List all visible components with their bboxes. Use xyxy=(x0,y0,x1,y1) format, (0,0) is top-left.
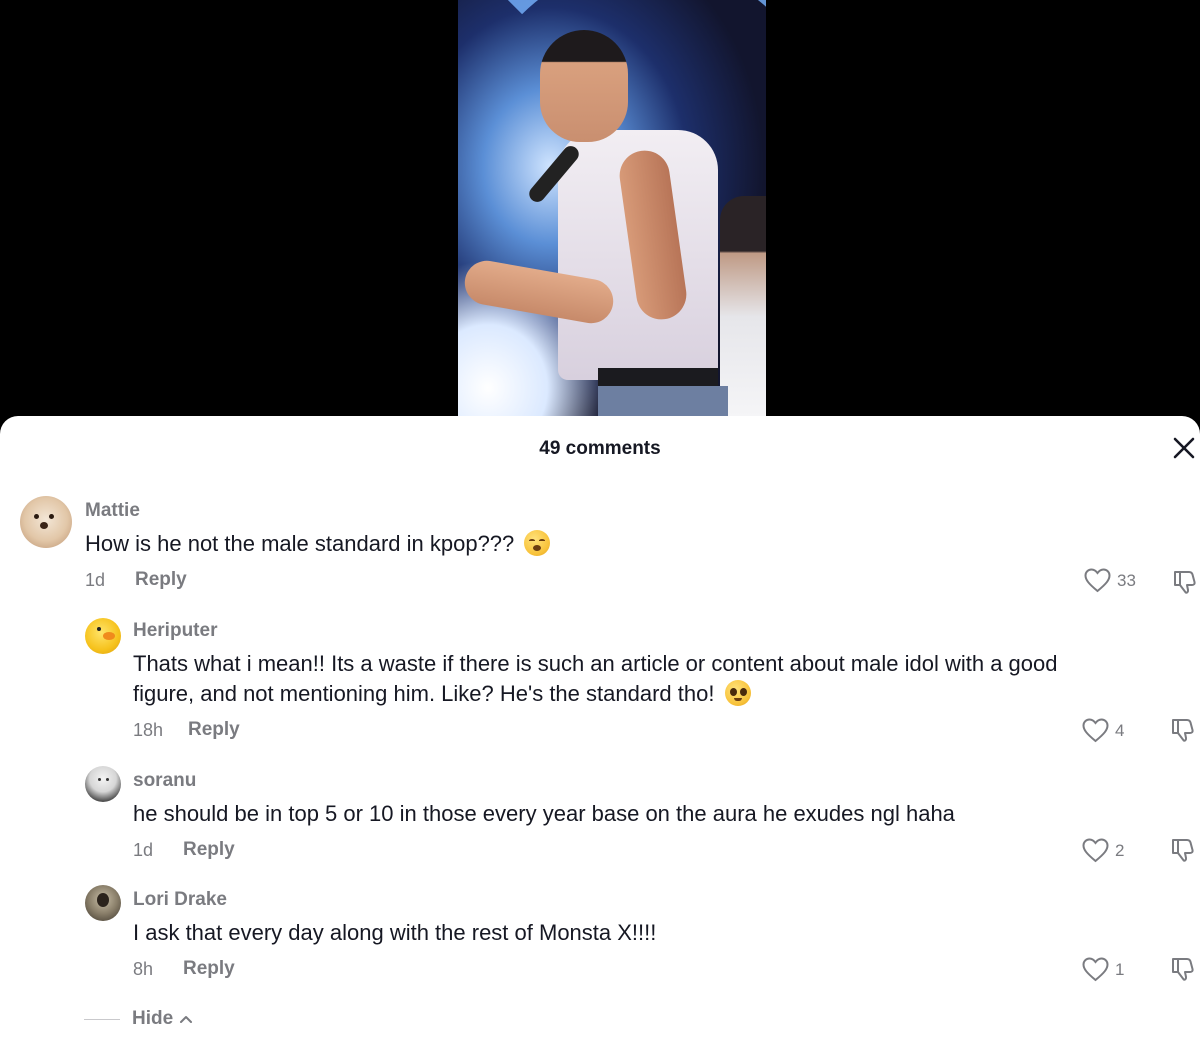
like-count: 2 xyxy=(1115,840,1125,860)
comment-text: he should be in top 5 or 10 in those eve… xyxy=(133,801,955,826)
comments-sheet: 49 comments Mattie How is he not the mal… xyxy=(0,416,1200,1038)
comments-count-title: 49 comments xyxy=(539,438,661,459)
comment-username[interactable]: Mattie xyxy=(85,500,140,522)
avatar[interactable] xyxy=(85,885,121,921)
avatar[interactable] xyxy=(20,496,72,548)
heart-icon[interactable] xyxy=(1082,838,1109,863)
comment-text-line: figure, and not mentioning him. Like? He… xyxy=(133,679,1173,709)
avatar[interactable] xyxy=(85,618,121,654)
avatar[interactable] xyxy=(85,766,121,802)
comment-timestamp: 1d xyxy=(85,570,106,590)
comment-username[interactable]: Lori Drake xyxy=(133,889,227,911)
like-count: 4 xyxy=(1115,720,1125,740)
comment-text-body: figure, and not mentioning him. Like? He… xyxy=(133,681,715,706)
thumbs-down-icon[interactable] xyxy=(1170,836,1198,864)
thumbs-down-icon[interactable] xyxy=(1170,716,1198,744)
video-frame[interactable] xyxy=(458,0,766,416)
background-performer xyxy=(720,196,766,416)
like-count: 1 xyxy=(1115,959,1125,979)
like-button[interactable]: 1 xyxy=(1082,957,1124,982)
comment-timestamp: 1d xyxy=(133,840,154,860)
comment-username[interactable]: soranu xyxy=(133,770,196,792)
like-button[interactable]: 4 xyxy=(1082,718,1124,743)
hide-label: Hide xyxy=(132,1008,174,1029)
comment-text-body: How is he not the male standard in kpop?… xyxy=(85,531,515,556)
comment-timestamp: 18h xyxy=(133,720,164,740)
heart-icon[interactable] xyxy=(1082,718,1109,743)
close-icon[interactable] xyxy=(1168,432,1200,464)
comment-text: I ask that every day along with the rest… xyxy=(133,920,657,945)
close-button[interactable] xyxy=(1168,432,1200,464)
reply-button[interactable]: Reply xyxy=(188,719,240,741)
video-player[interactable] xyxy=(0,0,1200,440)
comment-text-line: Thats what i mean!! Its a waste if there… xyxy=(133,651,1058,676)
comment-timestamp: 8h xyxy=(133,959,154,979)
like-button[interactable]: 33 xyxy=(1084,568,1136,593)
comment-username[interactable]: Heriputer xyxy=(133,620,217,642)
comment-text: How is he not the male standard in kpop?… xyxy=(85,529,551,559)
thumbs-down-icon[interactable] xyxy=(1172,568,1200,596)
thumbs-down-icon[interactable] xyxy=(1170,955,1198,983)
performer-belt xyxy=(598,368,718,388)
like-button[interactable]: 2 xyxy=(1082,838,1124,863)
reply-button[interactable]: Reply xyxy=(135,569,187,591)
reply-button[interactable]: Reply xyxy=(183,958,235,980)
dislike-button[interactable] xyxy=(1170,955,1198,988)
hide-replies-button[interactable]: Hide xyxy=(84,1008,194,1030)
dislike-button[interactable] xyxy=(1170,716,1198,749)
heart-icon[interactable] xyxy=(1082,957,1109,982)
dislike-button[interactable] xyxy=(1172,568,1200,601)
performer-jeans xyxy=(598,386,728,416)
divider xyxy=(84,1018,120,1020)
like-count: 33 xyxy=(1117,570,1136,590)
exhausted-face-emoji-icon xyxy=(524,530,551,556)
pleading-face-emoji-icon xyxy=(724,680,751,706)
performer-head xyxy=(540,30,628,142)
comment-text: Thats what i mean!! Its a waste if there… xyxy=(133,649,1173,709)
chevron-up-icon xyxy=(180,1016,193,1023)
heart-icon[interactable] xyxy=(1084,568,1111,593)
reply-button[interactable]: Reply xyxy=(183,839,235,861)
dislike-button[interactable] xyxy=(1170,836,1198,869)
